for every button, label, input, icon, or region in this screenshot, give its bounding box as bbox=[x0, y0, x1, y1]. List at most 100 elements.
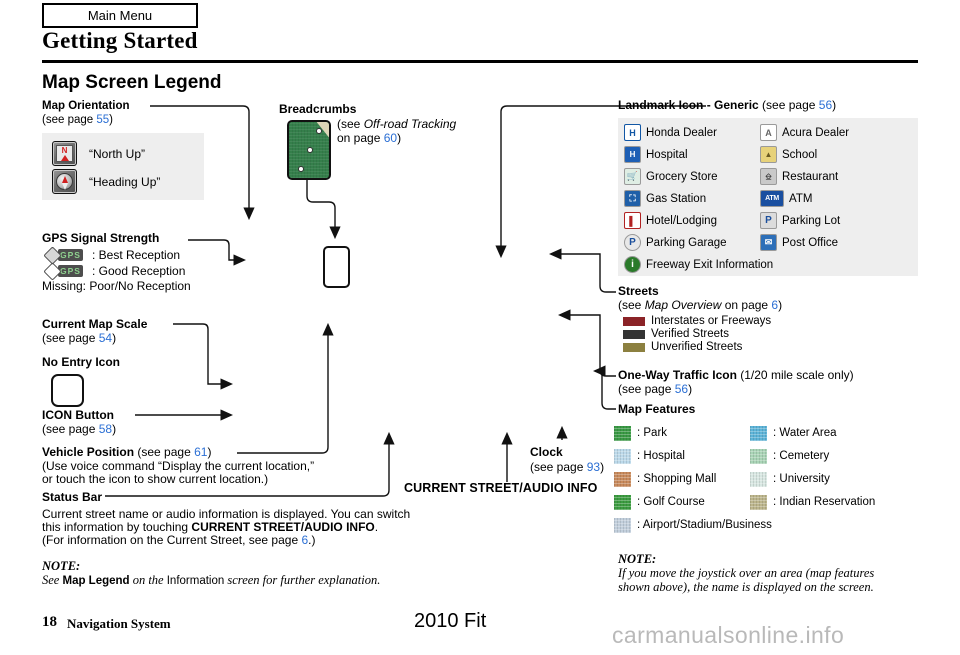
st-close: ) bbox=[778, 298, 783, 312]
breadcrumbs-see-line1: (see Off-road Tracking bbox=[337, 117, 456, 132]
chapter-title: Getting Started bbox=[42, 28, 198, 53]
map-feature-label: : Indian Reservation bbox=[773, 496, 876, 508]
landmark-label: School bbox=[782, 148, 818, 161]
sb-l3-post: .) bbox=[308, 533, 316, 547]
manual-page: Main Menu Getting Started Map Screen Leg… bbox=[0, 0, 960, 655]
streets-row-interstates: Interstates or Freeways bbox=[623, 315, 771, 327]
sb-l3-pre: (For information on the Current Street, … bbox=[42, 533, 302, 547]
map-feature-park: : Park bbox=[614, 424, 750, 442]
map-feature-swatch bbox=[614, 448, 631, 464]
map-feature-swatch bbox=[614, 517, 631, 533]
gas-station-icon: ⛶ bbox=[624, 190, 641, 207]
ow-see: (see page bbox=[618, 382, 675, 396]
note-left-title: NOTE: bbox=[42, 559, 81, 573]
one-way-title: One-Way Traffic Icon bbox=[618, 368, 737, 382]
landmark-label: Hotel/Lodging bbox=[646, 214, 717, 227]
post-office-icon: ✉ bbox=[760, 234, 777, 251]
no-entry-icon bbox=[51, 374, 84, 407]
gps-good-label: : Good Reception bbox=[92, 264, 186, 278]
landmark-item-freeway-exit-information: i Freeway Exit Information bbox=[624, 255, 916, 274]
map-feature-cemetery: : Cemetery bbox=[750, 447, 918, 465]
status-bar-line3: (For information on the Current Street, … bbox=[42, 533, 316, 548]
breadcrumb-dot bbox=[307, 147, 313, 153]
icon-button-see: (see page bbox=[42, 422, 99, 436]
current-map-scale-pageref: (see page 54) bbox=[42, 331, 116, 346]
nl-plain: Information bbox=[166, 575, 225, 587]
map-feature-label: : Park bbox=[637, 427, 668, 439]
note-left-body: See Map Legend on the Information screen… bbox=[42, 573, 381, 589]
streets-title: Streets bbox=[618, 284, 659, 298]
ow-page: 56 bbox=[674, 382, 689, 396]
footer-doc-title: Navigation System bbox=[67, 616, 171, 631]
landmark-label: Restaurant bbox=[782, 170, 839, 183]
breadcrumb-dot bbox=[316, 128, 322, 134]
watermark: carmanualsonline.info bbox=[612, 622, 845, 648]
vehicle-position-title: Vehicle Position bbox=[42, 445, 135, 459]
street-label: Verified Streets bbox=[651, 328, 729, 340]
street-color-swatch bbox=[623, 342, 645, 352]
main-menu-button[interactable]: Main Menu bbox=[42, 3, 198, 28]
street-color-swatch bbox=[623, 316, 645, 326]
sb-l2-post: . bbox=[374, 520, 379, 534]
note-right-line2: shown above), the name is displayed on t… bbox=[618, 580, 874, 594]
lm-page: 56 bbox=[818, 98, 833, 112]
streets-row-verified: Verified Streets bbox=[623, 328, 729, 340]
landmark-item-atm: ATM ATM bbox=[760, 189, 916, 208]
sb-l2-bold: CURRENT STREET/AUDIO INFO bbox=[191, 520, 375, 534]
map-orientation-page: 55 bbox=[96, 114, 110, 126]
main-menu-label: Main Menu bbox=[87, 8, 153, 23]
map-feature-label: : Water Area bbox=[773, 427, 837, 439]
icon-button-page: 58 bbox=[98, 422, 113, 436]
landmark-item-parking-garage: P Parking Garage bbox=[624, 233, 760, 252]
bc-page: 60 bbox=[383, 131, 398, 145]
cms-page: 54 bbox=[98, 331, 113, 345]
nl-pre: See bbox=[42, 573, 63, 587]
nl-mid2: screen for further explanation. bbox=[224, 573, 381, 587]
map-orientation-pageref: (see page 55) bbox=[42, 114, 113, 128]
map-feature-label: : Cemetery bbox=[773, 450, 830, 462]
map-feature-golf-course: : Golf Course bbox=[614, 493, 750, 511]
map-orientation-see: (see page bbox=[42, 114, 97, 126]
one-way-note: (1/20 mile scale only) bbox=[736, 368, 854, 382]
map-feature-swatch bbox=[750, 471, 767, 487]
vp-page: 61 bbox=[194, 445, 208, 459]
honda-dealer-icon: H bbox=[624, 124, 641, 141]
landmark-label: Parking Garage bbox=[646, 236, 727, 249]
vp-close: ) bbox=[207, 445, 212, 459]
lm-close: ) bbox=[832, 98, 837, 112]
clock-see: (see page bbox=[530, 460, 587, 474]
st-see-italic: Map Overview bbox=[644, 298, 722, 312]
bc-see-pre: (see bbox=[337, 117, 364, 131]
hospital-icon: H bbox=[624, 146, 641, 163]
map-feature-label: : University bbox=[773, 473, 830, 485]
landmark-label: ATM bbox=[789, 192, 813, 205]
page-number: 18 bbox=[42, 614, 57, 630]
vp-see: (see page bbox=[134, 445, 195, 459]
clock-page: 93 bbox=[586, 460, 601, 474]
map-feature-swatch bbox=[750, 425, 767, 441]
map-feature-swatch bbox=[614, 425, 631, 441]
breadcrumb-dot bbox=[298, 166, 304, 172]
landmark-item-restaurant: ⎒ Restaurant bbox=[760, 167, 916, 186]
landmark-item-gas-station: ⛶ Gas Station bbox=[624, 189, 760, 208]
landmark-label: Parking Lot bbox=[782, 214, 841, 227]
map-feature-swatch bbox=[614, 494, 631, 510]
landmark-item-grocery-store: 🛒 Grocery Store bbox=[624, 167, 760, 186]
gps-missing-label: Missing: Poor/No Reception bbox=[42, 279, 191, 293]
sb-l2-pre: this information by touching bbox=[42, 520, 192, 534]
st-see-pre: (see bbox=[618, 298, 645, 312]
landmark-title-row: Landmark Icon - Generic (see page 56) bbox=[618, 98, 837, 113]
footer-model: 2010 Fit bbox=[414, 610, 487, 632]
map-orientation-option-heading-up: “Heading Up” bbox=[52, 169, 160, 194]
freeway-exit-info-icon: i bbox=[624, 256, 641, 273]
landmark-item-parking-lot: P Parking Lot bbox=[760, 211, 916, 230]
heading-up-icon bbox=[52, 169, 77, 194]
landmark-item-post-office: ✉ Post Office bbox=[760, 233, 916, 252]
map-orientation-close: ) bbox=[109, 114, 113, 126]
no-entry-title: No Entry Icon bbox=[42, 355, 121, 369]
street-label: Unverified Streets bbox=[651, 341, 743, 353]
clock-title: Clock bbox=[530, 445, 563, 459]
vehicle-position-line3: or touch the icon to show current locati… bbox=[42, 472, 269, 486]
streets-pageref: (see Map Overview on page 6) bbox=[618, 298, 783, 313]
clock-close: ) bbox=[600, 460, 605, 474]
